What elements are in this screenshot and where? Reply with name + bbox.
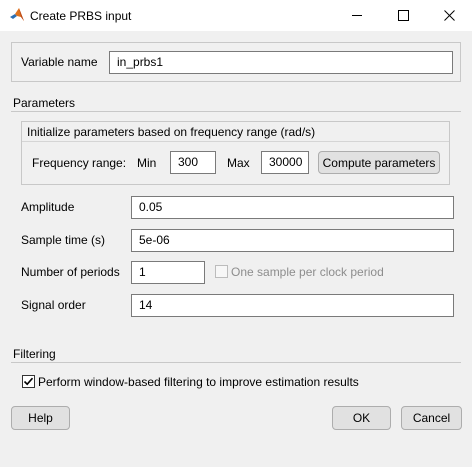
ok-button[interactable]: OK [332,406,391,430]
filtering-divider [11,362,461,363]
amplitude-label: Amplitude [21,200,75,214]
window-filtering-label: Perform window-based filtering to improv… [38,375,359,389]
cancel-button[interactable]: Cancel [401,406,462,430]
matlab-icon [10,8,24,21]
frequency-range-label: Frequency range: [32,156,127,170]
sample-time-label: Sample time (s) [21,233,106,247]
minimize-button[interactable] [334,0,380,31]
frequency-group-divider [22,141,449,142]
title-bar: Create PRBS input [0,0,472,31]
window-title: Create PRBS input [30,9,132,23]
number-of-periods-label: Number of periods [21,265,120,279]
parameters-section-label: Parameters [13,96,76,110]
parameters-divider [11,111,461,112]
maximize-button[interactable] [380,0,426,31]
close-button[interactable] [426,0,472,31]
variable-name-input[interactable]: in_prbs1 [109,51,453,74]
signal-order-label: Signal order [21,298,86,312]
amplitude-input[interactable]: 0.05 [131,196,454,219]
min-frequency-input[interactable]: 300 [170,151,216,174]
one-sample-per-clock-checkbox[interactable] [215,265,228,278]
sample-time-input[interactable]: 5e-06 [131,229,454,252]
window-filtering-checkbox[interactable] [22,375,35,388]
variable-name-label: Variable name [21,55,98,69]
number-of-periods-input[interactable]: 1 [131,261,205,284]
one-sample-per-clock-label: One sample per clock period [231,265,384,279]
maximize-icon [397,10,409,21]
checkmark-icon [23,377,34,386]
frequency-group-title: Initialize parameters based on frequency… [27,125,316,139]
filtering-section-label: Filtering [13,347,56,361]
signal-order-input[interactable]: 14 [131,294,454,317]
min-label: Min [137,156,157,170]
create-prbs-dialog: Create PRBS input Variable name in_prbs1… [0,0,472,467]
max-frequency-input[interactable]: 30000 [261,151,309,174]
minimize-icon [351,15,362,16]
compute-parameters-button[interactable]: Compute parameters [318,151,440,174]
max-label: Max [227,156,250,170]
close-icon [443,10,455,21]
help-button[interactable]: Help [11,406,70,430]
